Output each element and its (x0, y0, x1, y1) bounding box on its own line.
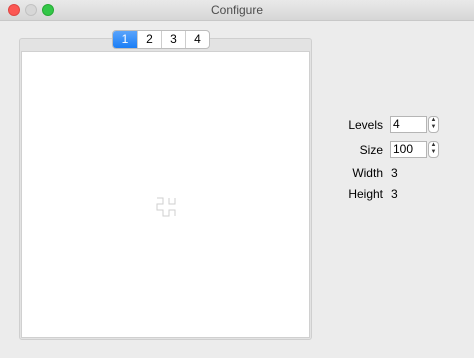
width-value: 3 (391, 166, 398, 180)
tab-1[interactable]: 1 (113, 31, 137, 48)
height-label: Height (348, 187, 383, 201)
title-bar: Configure (0, 0, 474, 21)
stepper-down-icon[interactable]: ▼ (429, 124, 438, 131)
curve-drawing (156, 197, 176, 217)
tab-4[interactable]: 4 (185, 31, 209, 48)
size-label: Size (359, 143, 383, 157)
height-value: 3 (391, 187, 398, 201)
stepper-down-icon[interactable]: ▼ (429, 149, 438, 156)
stepper-up-icon[interactable]: ▲ (429, 142, 438, 149)
tab-3[interactable]: 3 (161, 31, 185, 48)
width-label: Width (352, 166, 383, 180)
size-field[interactable]: 100 (390, 141, 427, 158)
stepper-up-icon[interactable]: ▲ (429, 117, 438, 124)
tab-2[interactable]: 2 (137, 31, 161, 48)
levels-label: Levels (348, 118, 383, 132)
window-title: Configure (210, 3, 264, 17)
levels-field[interactable]: 4 (390, 116, 427, 133)
size-stepper[interactable]: ▲ ▼ (428, 141, 439, 158)
levels-stepper[interactable]: ▲ ▼ (428, 116, 439, 133)
tab-bar: 1 2 3 4 (112, 30, 210, 49)
